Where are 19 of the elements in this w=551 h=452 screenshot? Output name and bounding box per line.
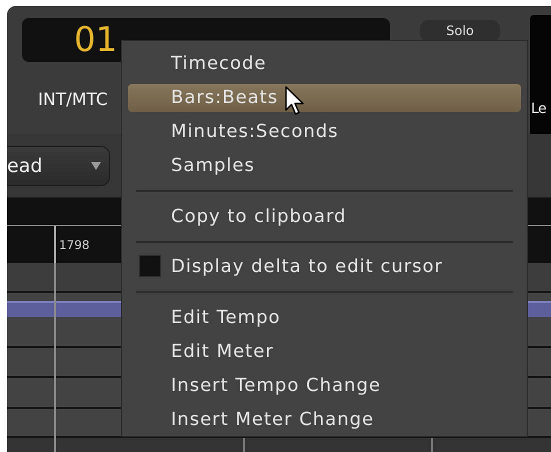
menu-item[interactable]: Minutes:Seconds [122,114,527,149]
ruler-label: 1798 [59,238,90,252]
menu-item[interactable]: Edit Meter [122,334,527,368]
menu-item[interactable]: Timecode [122,47,527,81]
menu-item[interactable]: Insert Tempo Change [122,368,527,402]
menu-item[interactable]: Copy to clipboard [122,199,527,234]
caret-icon [91,162,101,170]
clock-time: 01 [74,19,118,62]
menu-item[interactable]: Insert Meter Change [122,402,527,436]
mouse-pointer-icon [285,86,305,116]
menu-item[interactable]: Samples [122,148,527,182]
sync-source-label: INT/MTC [38,90,108,110]
menu-item[interactable]: Display delta to edit cursor [122,250,527,284]
edit-point-dropdown[interactable]: ead [7,146,110,186]
menu-item[interactable]: Edit Tempo [122,300,527,335]
menu-item[interactable]: Bars:Beats [128,84,521,112]
checkbox[interactable] [139,254,161,277]
panel-label: Le [531,101,546,117]
solo-button[interactable]: Solo [420,20,500,42]
